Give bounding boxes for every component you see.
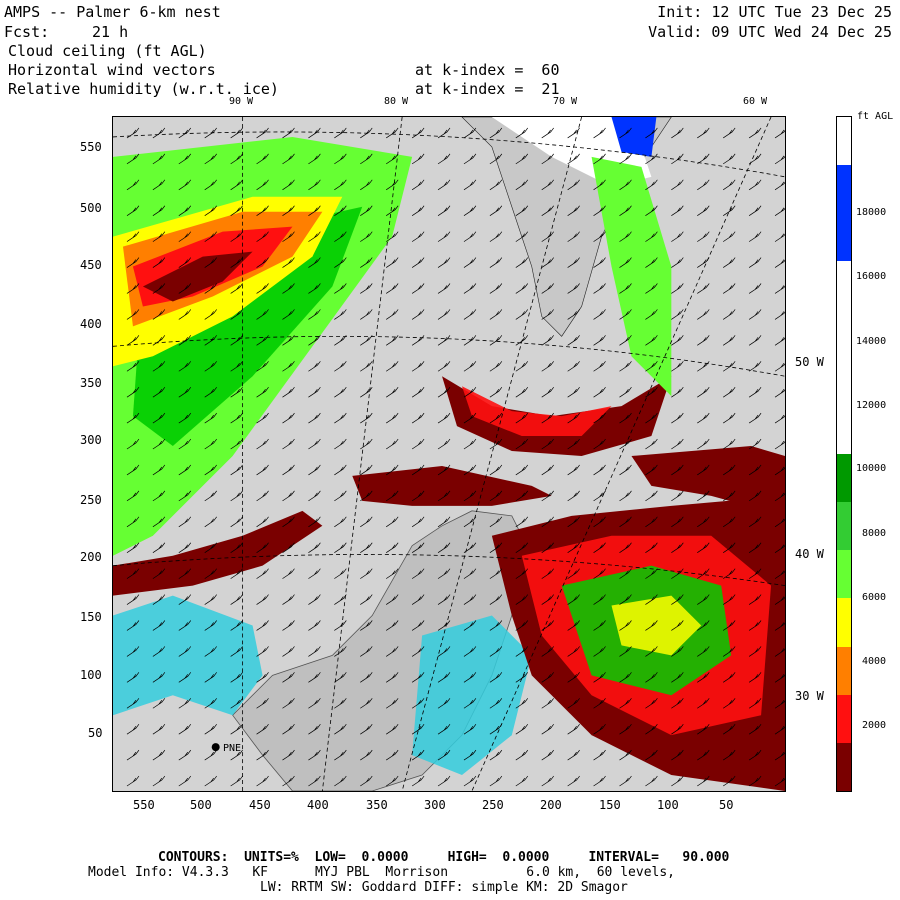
y-tick-450: 450: [80, 258, 102, 272]
valid-time: Valid: 09 UTC Wed 24 Dec 25: [648, 23, 892, 41]
footer-physics: LW: RRTM SW: Goddard DIFF: simple KM: 2D…: [260, 880, 628, 895]
y-tick-50: 50: [88, 726, 103, 740]
footer-model-info: Model Info: V4.3.3 KF MYJ PBL Morrison 6…: [88, 865, 675, 880]
legend-swatch: [837, 117, 851, 166]
x-tick-250: 250: [482, 798, 504, 812]
lon-label-60w: 60 W: [743, 96, 768, 107]
y-tick-400: 400: [80, 317, 102, 331]
legend-swatch: [837, 309, 851, 359]
y-tick-250: 250: [80, 493, 102, 507]
color-legend: [836, 116, 852, 792]
weather-map: [113, 117, 785, 791]
legend-swatch: [837, 742, 851, 792]
field-rh-level: at k-index = 21: [415, 80, 560, 98]
lon-label-40w: 40 W: [795, 547, 824, 561]
lon-label-30w: 30 W: [795, 689, 824, 703]
legend-swatch: [837, 646, 851, 696]
legend-swatch: [837, 357, 851, 407]
station-label: PNE: [223, 743, 242, 754]
lon-label-90w: 90 W: [229, 96, 254, 107]
y-tick-350: 350: [80, 376, 102, 390]
x-tick-550: 550: [133, 798, 155, 812]
x-tick-300: 300: [424, 798, 446, 812]
legend-swatch: [837, 405, 851, 455]
y-tick-100: 100: [80, 668, 102, 682]
legend-label-2000: 2000: [862, 720, 887, 731]
station-marker: [211, 743, 220, 752]
legend-swatch: [837, 598, 851, 648]
map-panel: PNE: [112, 116, 786, 792]
field-cloud-ceiling: Cloud ceiling (ft AGL): [8, 42, 207, 60]
legend-swatch: [837, 213, 851, 262]
x-tick-400: 400: [307, 798, 329, 812]
init-time: Init: 12 UTC Tue 23 Dec 25: [657, 3, 892, 21]
x-tick-500: 500: [190, 798, 212, 812]
lon-label-70w: 70 W: [553, 96, 578, 107]
field-wind-vectors: Horizontal wind vectors: [8, 61, 216, 79]
legend-label-4000: 4000: [862, 656, 887, 667]
x-tick-350: 350: [366, 798, 388, 812]
footer-contours: CONTOURS: UNITS=% LOW= 0.0000 HIGH= 0.00…: [158, 850, 730, 865]
legend-swatch: [837, 165, 851, 214]
legend-label-14000: 14000: [856, 336, 887, 347]
y-tick-200: 200: [80, 550, 102, 564]
field-wind-level: at k-index = 60: [415, 61, 560, 79]
y-tick-550: 550: [80, 140, 102, 154]
y-tick-300: 300: [80, 433, 102, 447]
legend-label-6000: 6000: [862, 592, 887, 603]
forecast-label: Fcst:: [4, 23, 50, 41]
legend-label-18000: 18000: [856, 207, 887, 218]
field-relative-humidity: Relative humidity (w.r.t. ice): [8, 80, 279, 98]
legend-swatch: [837, 454, 851, 503]
legend-label-8000: 8000: [862, 528, 887, 539]
x-tick-150: 150: [599, 798, 621, 812]
legend-label-12000: 12000: [856, 400, 887, 411]
forecast-hours: 21 h: [92, 23, 129, 41]
legend-swatch: [837, 550, 851, 599]
legend-unit: ft AGL: [857, 111, 894, 122]
legend-label-16000: 16000: [856, 271, 887, 282]
x-tick-450: 450: [249, 798, 271, 812]
legend-swatch: [837, 261, 851, 311]
lon-label-80w: 80 W: [384, 96, 409, 107]
legend-swatch: [837, 694, 851, 744]
lon-label-50w: 50 W: [795, 355, 824, 369]
model-title: AMPS -- Palmer 6-km nest: [4, 3, 221, 21]
legend-swatch: [837, 502, 851, 551]
y-tick-150: 150: [80, 610, 102, 624]
x-tick-200: 200: [540, 798, 562, 812]
x-tick-50: 50: [719, 798, 734, 812]
y-tick-500: 500: [80, 201, 102, 215]
legend-label-10000: 10000: [856, 463, 887, 474]
x-tick-100: 100: [657, 798, 679, 812]
